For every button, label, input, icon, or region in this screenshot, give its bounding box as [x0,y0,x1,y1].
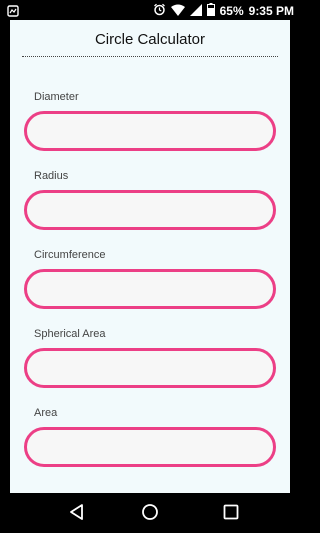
area-label: Area [34,407,58,419]
signal-icon [189,3,202,19]
circumference-input[interactable] [24,269,276,309]
home-icon[interactable] [141,503,159,526]
circumference-label: Circumference [34,249,106,261]
alarm-icon [153,3,166,19]
status-bar: 65% 9:35 PM [0,0,300,20]
app-screen: Circle Calculator Diameter Radius Circum… [0,20,300,493]
calculator-card: Circle Calculator Diameter Radius Circum… [10,20,290,493]
spherical-area-label: Spherical Area [34,328,106,340]
recents-icon[interactable] [222,503,240,526]
diameter-input[interactable] [24,111,276,151]
area-input[interactable] [24,427,276,467]
clock: 9:35 PM [248,4,294,18]
title-divider [22,56,278,57]
spherical-area-input[interactable] [24,348,276,388]
page-title: Circle Calculator [94,31,206,48]
back-icon[interactable] [68,503,86,526]
battery-icon [206,3,215,19]
diameter-label: Diameter [34,91,79,103]
battery-percent: 65% [219,4,244,18]
radius-label: Radius [34,170,69,182]
wifi-icon [170,4,185,19]
navigation-bar [0,493,300,533]
radius-input[interactable] [24,190,276,230]
